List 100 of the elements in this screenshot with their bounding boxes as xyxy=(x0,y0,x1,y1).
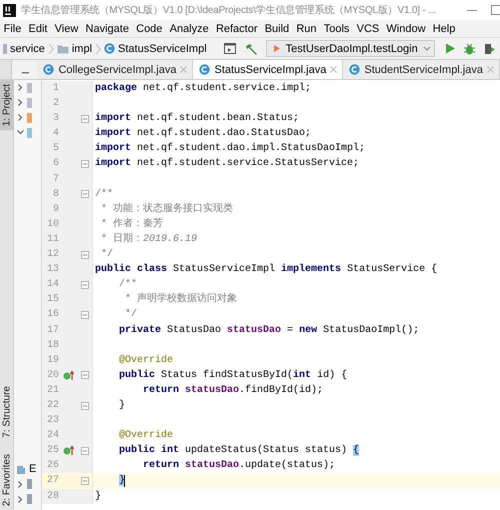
layout-icon[interactable] xyxy=(224,43,236,54)
fold-icon[interactable] xyxy=(80,160,88,168)
menu-item[interactable]: Window xyxy=(382,22,430,34)
fold-icon[interactable] xyxy=(80,310,88,319)
line-number: 18 xyxy=(46,338,59,353)
code-line: * 声明学校数据访问对象 xyxy=(124,292,238,308)
menu-item[interactable]: Code xyxy=(132,22,166,34)
class-icon xyxy=(104,43,116,54)
code-line: * 作者：秦芳 xyxy=(100,216,164,232)
chevron-icon xyxy=(95,42,102,54)
code-line: * 功能：状态服务接口实现类 xyxy=(100,202,234,217)
code-line: import net.qf.student.bean.Status; xyxy=(94,112,300,126)
line-number: 11 xyxy=(46,232,59,247)
run-icon[interactable] xyxy=(444,43,455,54)
code-line: return statusDao.update(status); xyxy=(142,458,336,474)
fold-icon[interactable] xyxy=(80,114,88,123)
code-line: } xyxy=(118,398,126,413)
tool-window-button[interactable]: 7: Structure xyxy=(0,382,14,442)
window-title: 学生信息管理系统（MYSQL版）V1.0 [D:\IdeaProjects\学生信息管理系统（MYSQL版）V1.0] - ... xyxy=(21,4,437,17)
menu-item[interactable]: Navigate xyxy=(82,22,133,34)
line-number: 21 xyxy=(46,384,59,398)
line-number: 9 xyxy=(52,202,59,217)
fold-icon[interactable] xyxy=(80,476,88,485)
file-icon xyxy=(27,128,32,138)
implements-marker-icon[interactable] xyxy=(63,445,74,456)
bug-icon[interactable] xyxy=(464,42,475,54)
line-number: 23 xyxy=(46,414,59,428)
file-icon xyxy=(27,98,32,108)
class-icon xyxy=(43,64,54,75)
menu-item[interactable]: Refactor xyxy=(212,22,262,34)
tool-window-button[interactable]: 2: Favorites xyxy=(0,450,14,510)
chevron-icon xyxy=(48,42,54,54)
line-number: 15 xyxy=(46,293,59,308)
line-number: 13 xyxy=(46,263,59,278)
text-caret xyxy=(124,474,126,487)
hammer-icon[interactable] xyxy=(244,42,258,54)
code-line: return statusDao.findById(id); xyxy=(142,384,324,398)
code-line: package net.qf.student.service.impl; xyxy=(94,82,312,96)
close-icon[interactable] xyxy=(330,66,338,73)
fold-icon[interactable] xyxy=(80,402,88,410)
code-line: import net.qf.student.service.StatusService; xyxy=(94,156,360,172)
line-number: 14 xyxy=(46,278,59,292)
menu-item[interactable]: View xyxy=(51,22,82,34)
maximize-icon[interactable] xyxy=(491,5,500,15)
editor-tab[interactable]: CollegeServiceImpl.java xyxy=(37,60,194,79)
menu-item[interactable]: Analyze xyxy=(166,22,212,34)
file-icon xyxy=(27,112,32,123)
menu-item[interactable]: Edit xyxy=(24,22,52,34)
file-icon xyxy=(27,479,32,490)
app-icon xyxy=(3,4,16,16)
line-number: 1 xyxy=(52,82,59,96)
code-line: public Status findStatusById(int id) { xyxy=(118,368,348,383)
code-line: } xyxy=(94,490,102,504)
menu-item[interactable]: Help xyxy=(429,22,459,34)
code-line: public int updateStatus(Status status) { xyxy=(118,444,360,458)
editor-tab[interactable]: StatusServiceImpl.java xyxy=(193,60,344,79)
code-line: import net.qf.student.dao.StatusDao; xyxy=(94,126,312,142)
fold-icon[interactable] xyxy=(80,371,88,380)
close-icon[interactable] xyxy=(180,66,188,73)
run-configuration-dropdown[interactable]: TestUserDaoImpl.testLogin xyxy=(266,40,435,57)
line-number: 2 xyxy=(52,97,59,112)
line-number: 7 xyxy=(52,172,59,187)
line-number: 10 xyxy=(46,218,59,232)
tree-item-label[interactable]: E xyxy=(29,463,36,476)
code-line: private StatusDao statusDao = new StatusDaoImpl(); xyxy=(118,324,420,338)
breadcrumb-item[interactable]: service xyxy=(3,42,45,54)
library-icon[interactable] xyxy=(17,464,26,474)
menu-item[interactable]: Build xyxy=(261,22,293,34)
menu-item[interactable]: Run xyxy=(292,22,320,34)
line-number: 24 xyxy=(46,429,59,444)
line-number: 4 xyxy=(52,127,59,142)
line-number: 27 xyxy=(46,474,59,488)
fold-icon[interactable] xyxy=(80,250,88,259)
class-icon xyxy=(199,64,210,75)
code-line: @Override xyxy=(118,428,174,444)
breadcrumb-item[interactable]: StatusServiceImpl xyxy=(104,42,207,54)
class-icon xyxy=(349,64,360,75)
menu-item[interactable]: Tools xyxy=(320,22,354,34)
line-number: 17 xyxy=(46,324,59,338)
config-icon xyxy=(272,44,281,53)
menu-item[interactable]: File xyxy=(0,22,25,34)
file-icon xyxy=(27,494,32,504)
line-number: 22 xyxy=(46,398,59,413)
line-number: 19 xyxy=(46,354,59,368)
line-number: 28 xyxy=(46,490,59,504)
fold-icon[interactable] xyxy=(80,280,88,289)
fold-icon[interactable] xyxy=(80,190,88,198)
line-number: 16 xyxy=(46,308,59,322)
line-number: 25 xyxy=(46,444,59,458)
tool-window-button[interactable]: 1: Project xyxy=(0,80,14,130)
line-number: 20 xyxy=(46,368,59,383)
line-number: 6 xyxy=(52,157,59,172)
breadcrumb-item[interactable]: impl xyxy=(56,42,92,54)
menu-item[interactable]: VCS xyxy=(353,22,383,34)
coverage-icon[interactable] xyxy=(484,42,496,54)
editor-tab[interactable]: StudentServiceImpl.java xyxy=(343,60,500,79)
code-line: */ xyxy=(124,308,138,322)
close-icon[interactable] xyxy=(487,66,494,73)
implements-marker-icon[interactable] xyxy=(63,370,74,381)
fold-icon[interactable] xyxy=(80,446,88,455)
